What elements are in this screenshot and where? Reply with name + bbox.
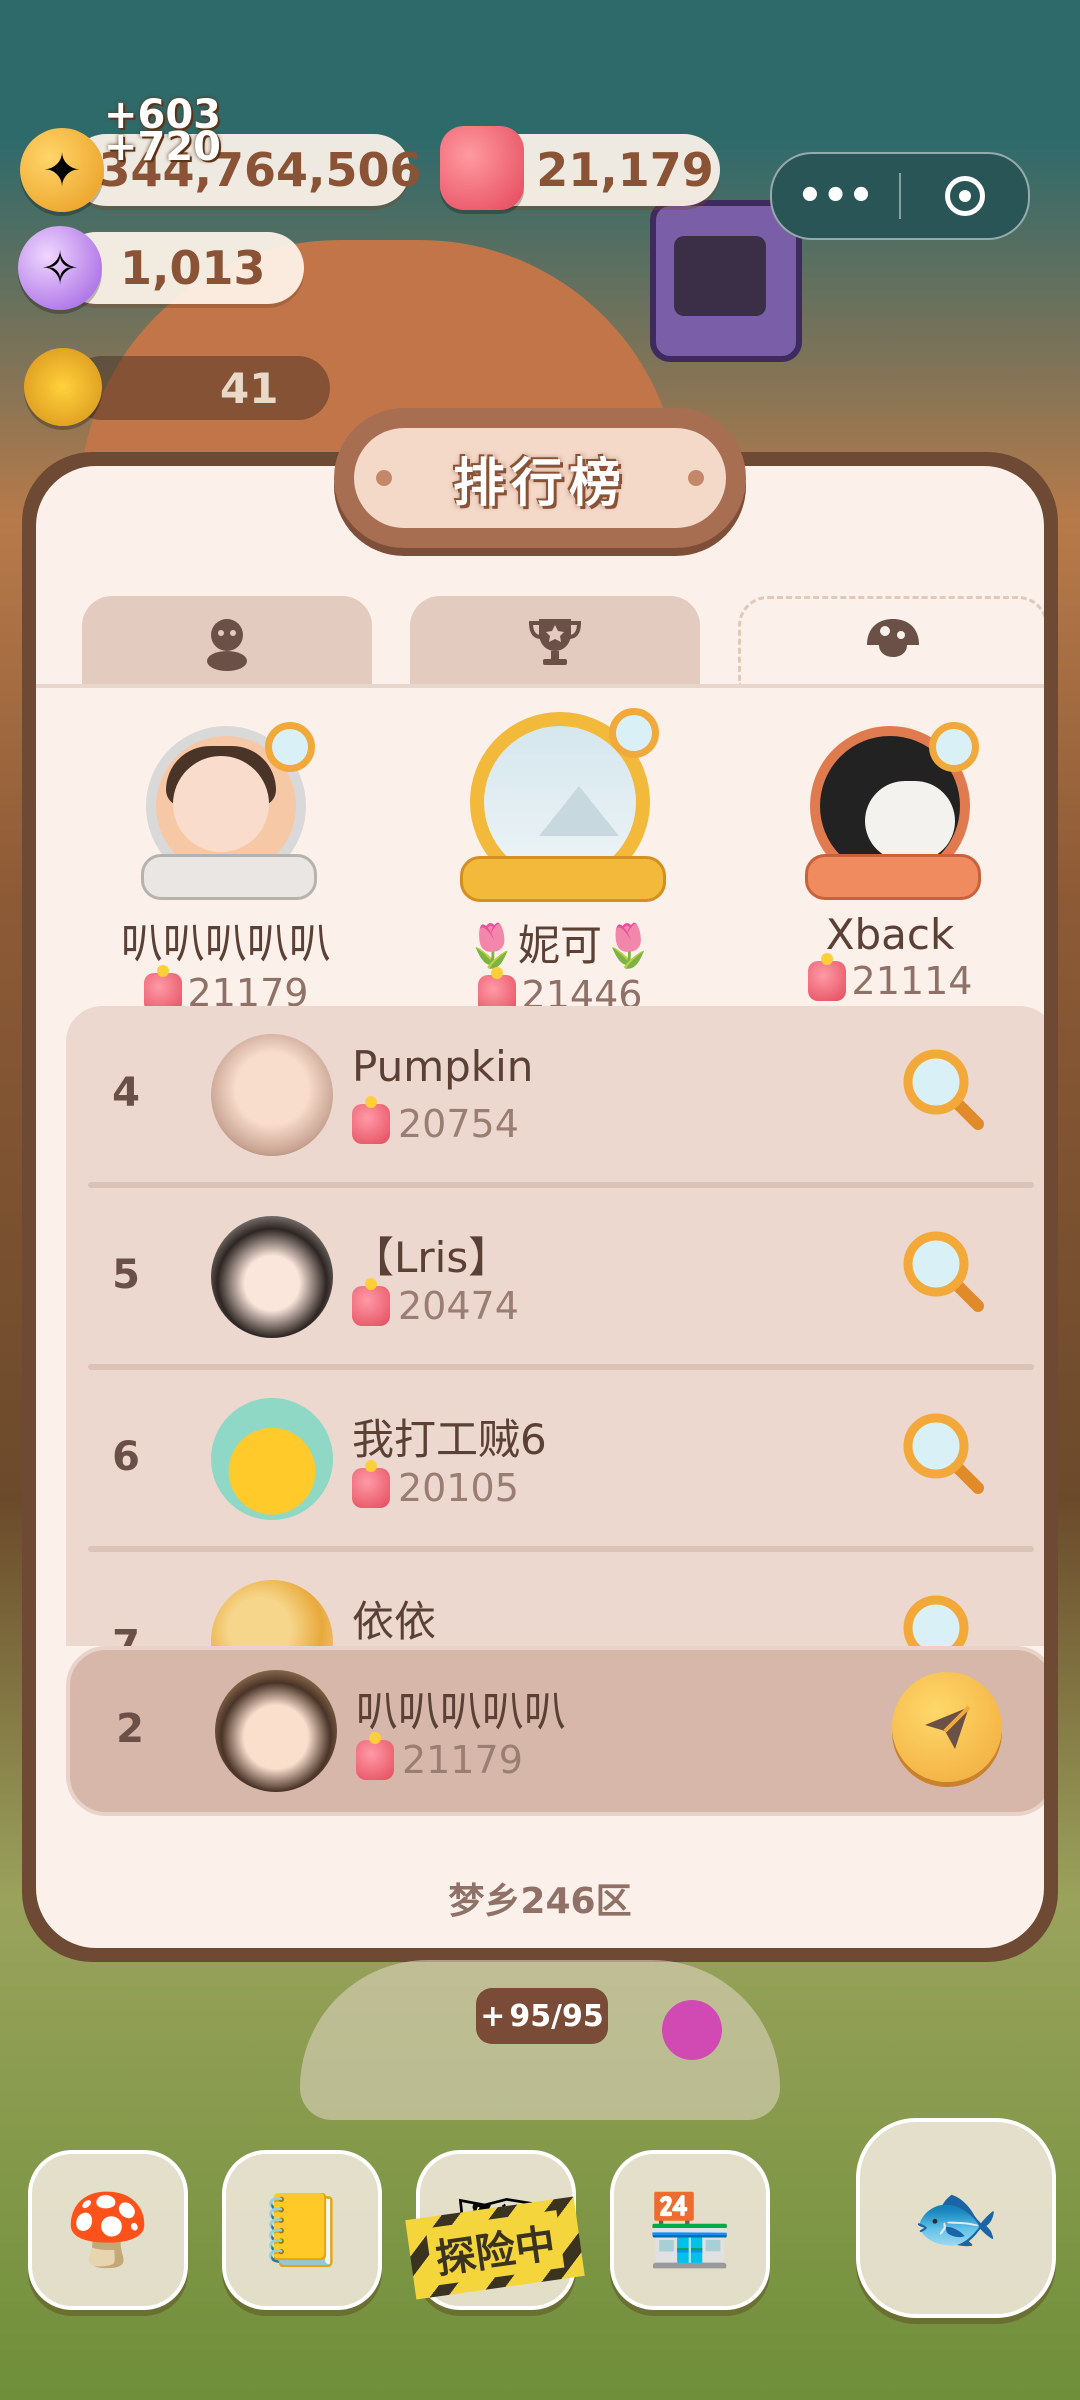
podium-name: Xback — [825, 910, 955, 959]
sun-value: 41 — [220, 363, 279, 413]
ranking-list[interactable]: 4 Pumpkin 20754 5 【Lris】 20474 6 我打工贼6 2… — [66, 1006, 1044, 1646]
magnifier-icon — [929, 722, 979, 772]
gold-frame — [455, 702, 666, 908]
podium-name: 叭叭叭叭叭 — [120, 919, 331, 968]
ranking-row[interactable]: 5 【Lris】 20474 — [66, 1188, 1044, 1370]
megaphone-icon[interactable] — [662, 2000, 722, 2060]
mushroom-house-icon: 🍄 — [64, 2188, 152, 2271]
plus-icon: + — [480, 1998, 506, 2034]
mushroom-icon — [867, 618, 919, 657]
mushroom-house-button[interactable]: 🍄 — [28, 2150, 188, 2310]
player-score: 20105 — [352, 1460, 519, 1510]
rank-number: 6 — [112, 1434, 140, 1480]
tab-mushroom[interactable] — [738, 596, 1044, 686]
cake-icon — [440, 126, 524, 210]
dog-avatar — [865, 781, 955, 861]
explore-label: 探险中 — [425, 2210, 565, 2286]
player-avatar[interactable] — [211, 1216, 333, 1338]
player-name: 依依 — [352, 1597, 437, 1646]
more-button[interactable]: ••• — [772, 154, 899, 238]
fish-clock-icon: 🐟 — [912, 2176, 1000, 2259]
ranking-row[interactable]: 6 我打工贼6 20105 — [66, 1370, 1044, 1552]
podium-third-place[interactable]: Xback 21114 — [740, 716, 1040, 1003]
magnifier-icon[interactable] — [900, 1592, 986, 1646]
diary-icon: 📒 — [258, 2188, 346, 2271]
silver-frame — [131, 716, 321, 906]
leaderboard-tabs — [82, 596, 1044, 686]
tab-character[interactable] — [82, 596, 372, 686]
podium-first-place[interactable]: 🌷妮可🌷 21446 — [410, 702, 710, 1017]
leaderboard-panel-inner: 叭叭叭叭叭 21179 🌷妮可🌷 21446 Xback 21114 4 Pum… — [36, 466, 1044, 1948]
leaderboard-title-plaque: 排行榜 — [334, 408, 746, 548]
rank-number: 5 — [112, 1252, 140, 1298]
magnifier-icon[interactable] — [900, 1228, 986, 1314]
cake-icon — [352, 1278, 390, 1326]
server-name: 梦乡246区 — [448, 1881, 632, 1922]
my-name: 叭叭叭叭叭 — [356, 1687, 567, 1736]
miniprogram-capsule: ••• — [770, 152, 1030, 240]
player-name: Pumpkin — [352, 1042, 534, 1091]
cake-icon — [356, 1732, 394, 1780]
my-ranking-row[interactable]: 2 叭叭叭叭叭 21179 — [66, 1646, 1044, 1816]
share-button[interactable] — [892, 1672, 1002, 1782]
more-icon: ••• — [797, 173, 874, 219]
leaderboard-title: 排行榜 — [452, 453, 627, 514]
magnifier-icon[interactable] — [900, 1046, 986, 1132]
player-name: 【Lris】 — [352, 1233, 511, 1282]
cake-value: 21,179 — [536, 143, 714, 197]
tabs-underline — [36, 684, 1044, 688]
shop-button[interactable]: 🏪 — [610, 2150, 770, 2310]
fish-clock-button[interactable]: 🐟 — [856, 2118, 1056, 2318]
trophy-icon — [528, 619, 582, 665]
magnifier-icon[interactable] — [900, 1410, 986, 1496]
player-avatar[interactable] — [211, 1398, 333, 1520]
ranking-row[interactable]: 4 Pumpkin 20754 — [66, 1006, 1044, 1188]
podium-name: 🌷妮可🌷 — [465, 921, 655, 970]
bronze-frame — [795, 716, 985, 906]
magnifier-icon — [609, 708, 659, 758]
player-score: 20754 — [352, 1096, 519, 1146]
coin-icon: ✦ — [20, 128, 104, 212]
energy-value: 95/95 — [509, 1998, 604, 2034]
cake-icon — [352, 1096, 390, 1144]
paper-plane-icon — [925, 1705, 971, 1749]
character-icon — [207, 619, 247, 671]
player-avatar[interactable] — [211, 1034, 333, 1156]
cake-icon — [352, 1460, 390, 1508]
energy-counter: + 95/95 — [476, 1988, 608, 2044]
my-rank-number: 2 — [116, 1706, 144, 1752]
gem-value: 1,013 — [120, 241, 266, 295]
sun-counter: 41 — [70, 356, 330, 420]
ranking-row[interactable]: 7 依依 — [66, 1552, 1044, 1646]
sun-icon[interactable] — [24, 348, 102, 426]
tab-trophy[interactable] — [410, 596, 700, 686]
target-icon — [944, 176, 985, 216]
my-avatar[interactable] — [215, 1670, 337, 1792]
leaderboard-panel: 叭叭叭叭叭 21179 🌷妮可🌷 21446 Xback 21114 4 Pum… — [22, 452, 1058, 1962]
podium-second-place[interactable]: 叭叭叭叭叭 21179 — [76, 716, 376, 1015]
diary-button[interactable]: 📒 — [222, 2150, 382, 2310]
podium-score: 21114 — [740, 953, 1040, 1003]
cake-icon — [807, 953, 846, 1001]
player-avatar[interactable] — [211, 1580, 333, 1646]
player-score: 20474 — [352, 1278, 519, 1328]
rank-number: 4 — [112, 1070, 140, 1116]
gem-icon: ✧ — [18, 226, 102, 310]
my-score: 21179 — [356, 1732, 523, 1782]
close-miniprogram-button[interactable] — [901, 154, 1028, 238]
player-name: 我打工贼6 — [352, 1415, 547, 1464]
shop-icon: 🏪 — [646, 2188, 734, 2271]
player-avatar — [173, 756, 269, 852]
coin-gain-popup-2: +720 — [104, 124, 222, 170]
magnifier-icon — [265, 722, 315, 772]
